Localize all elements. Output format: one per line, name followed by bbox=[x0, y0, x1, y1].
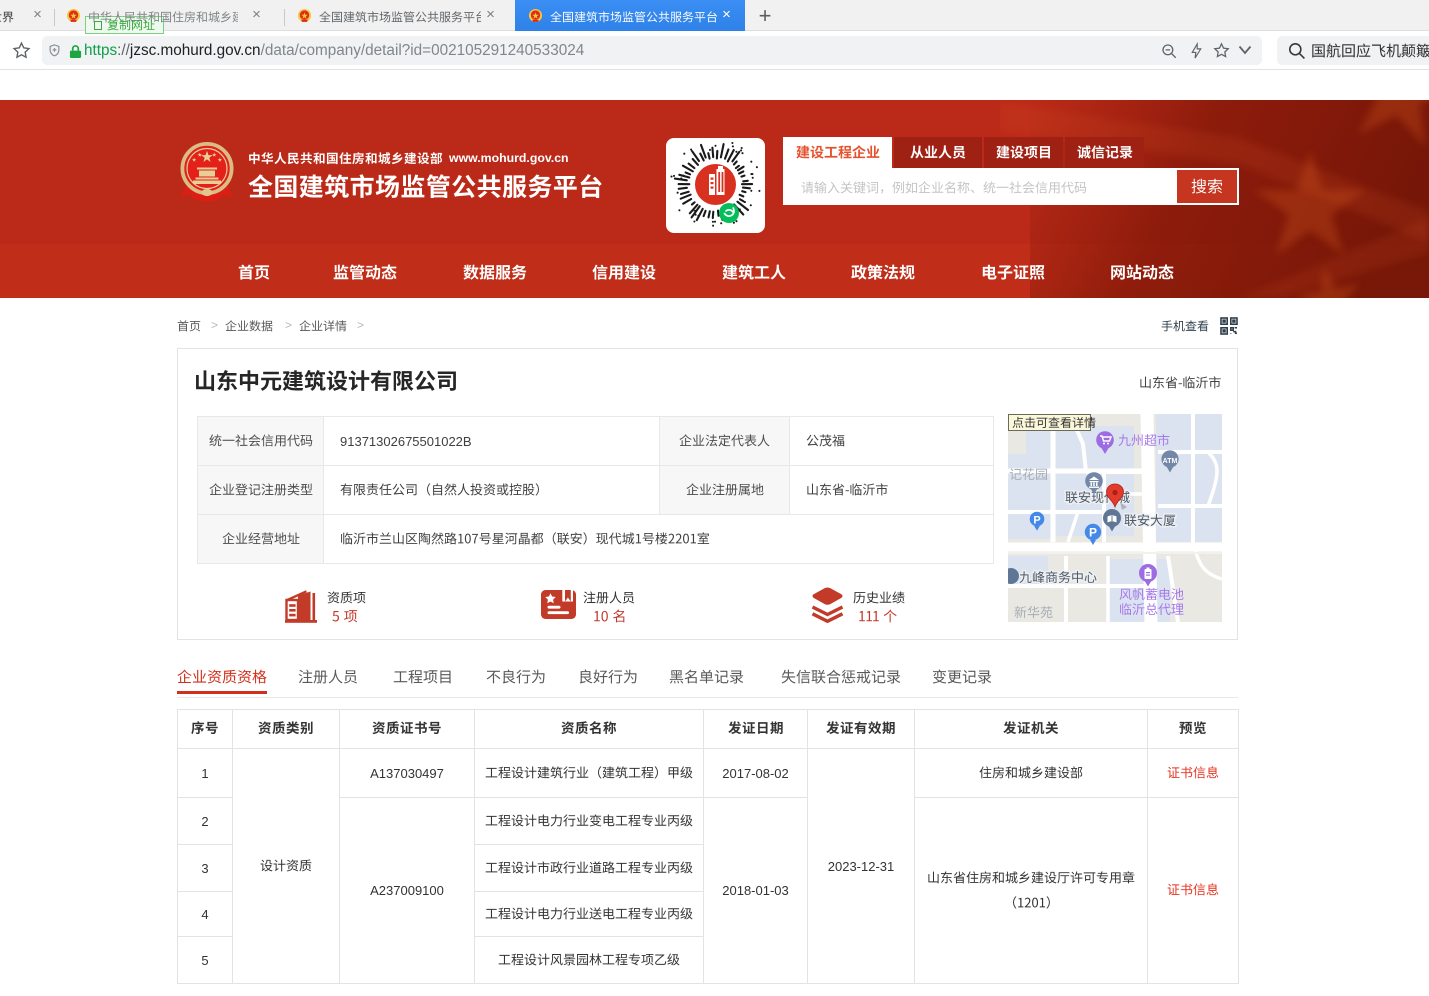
svg-text:P: P bbox=[1033, 515, 1040, 527]
svg-text:ATM: ATM bbox=[1163, 458, 1178, 465]
svg-text:P: P bbox=[1089, 526, 1097, 540]
